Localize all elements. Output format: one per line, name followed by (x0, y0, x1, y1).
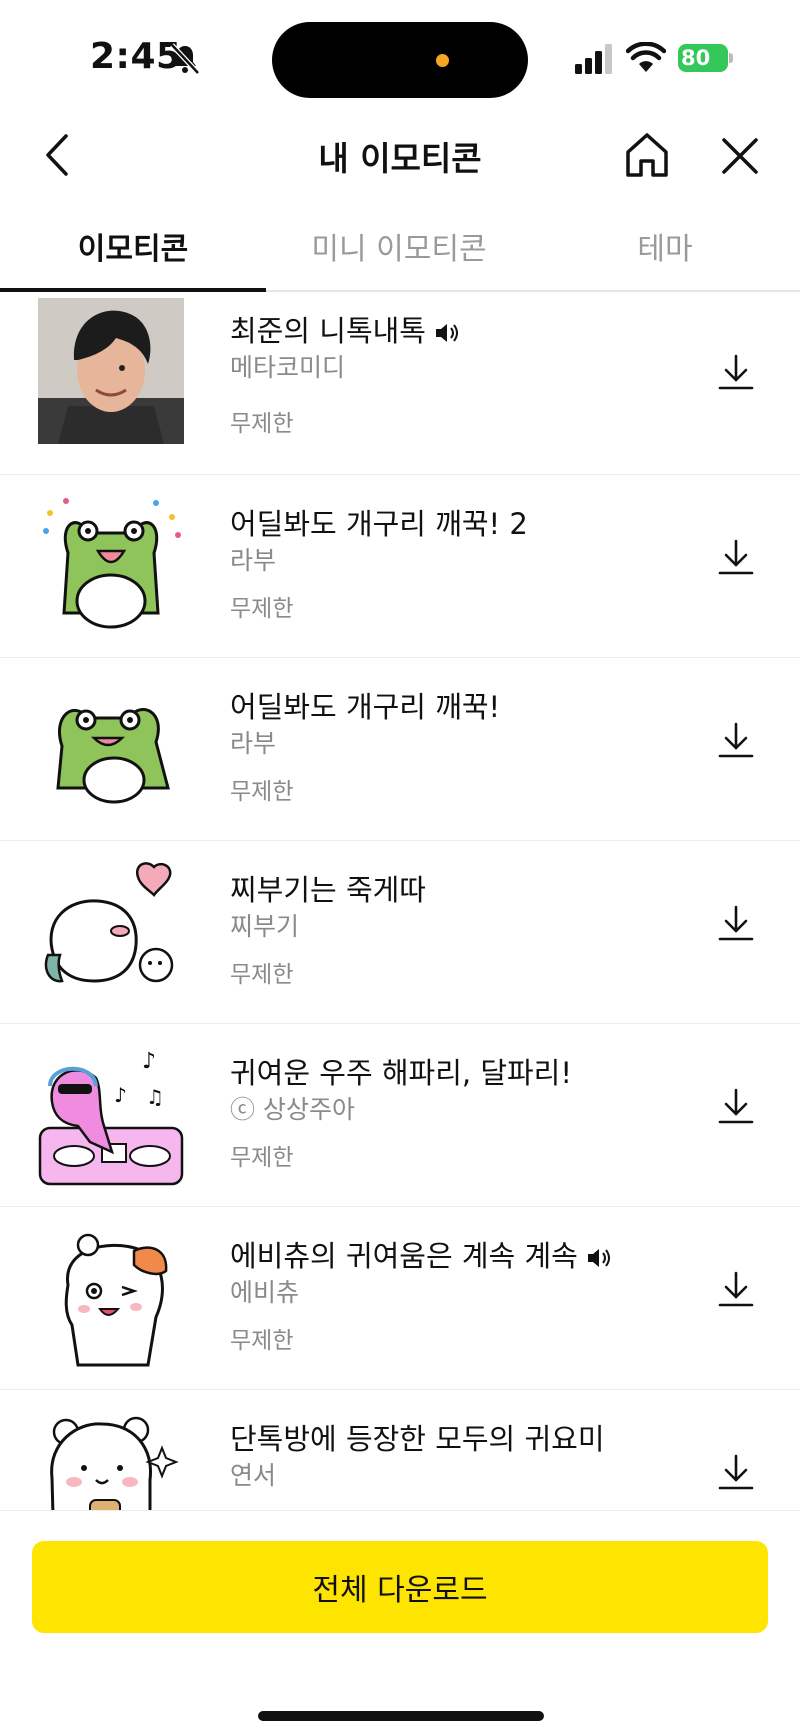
dynamic-island (272, 22, 528, 98)
bear-thumb (50, 1416, 179, 1510)
item-period: 무제한 (230, 779, 294, 805)
item-period: 무제한 (230, 411, 294, 437)
battery-cap (729, 53, 733, 63)
wifi-icon (626, 42, 666, 72)
tab-mini-emoticon[interactable]: 미니 이모티콘 (266, 224, 532, 268)
item-title: 어딜봐도 개구리 깨꾹! (230, 690, 501, 724)
item-title: 어딜봐도 개구리 깨꾹! 2 (230, 507, 528, 541)
list-item[interactable]: 어딜봐도 개구리 깨꾹! 라부 무제한 (0, 658, 800, 841)
download-all-button[interactable]: 전체 다운로드 (32, 1541, 768, 1633)
battery-charging-icon: 80 (678, 44, 734, 72)
list-item[interactable]: 에비츄의 귀여움은 계속 계속 에비츄 무제한 (0, 1207, 800, 1390)
frog-confetti-thumb (43, 498, 181, 629)
list-item[interactable]: ♪ ♪ ♫ 귀여운 우주 해파리, 달파리! ⓒ 상상주아 무제한 (0, 1024, 800, 1207)
svg-text:♪: ♪ (114, 1083, 127, 1107)
item-title: 에비츄의 귀여움은 계속 계속 (230, 1233, 612, 1275)
privacy-indicator-dot (436, 54, 449, 67)
cellular-signal-icon (575, 44, 612, 74)
list-item[interactable]: 찌부기는 죽게따 찌부기 무제한 (0, 841, 800, 1024)
tab-theme[interactable]: 테마 (532, 224, 798, 268)
hamster-thumb (64, 1233, 168, 1367)
tab-bar: 이모티콘 미니 이모티콘 테마 (0, 210, 800, 292)
item-author: 연서 (230, 1461, 277, 1490)
navigation-bar: 내 이모티콘 (0, 110, 800, 200)
download-icon[interactable] (716, 720, 756, 760)
item-title: 단톡방에 등장한 모두의 귀요미 (230, 1422, 605, 1456)
download-icon[interactable] (716, 903, 756, 943)
status-bar: 2:45 80 (0, 0, 800, 110)
item-title: 최준의 니톡내톡 (230, 308, 460, 350)
item-author: 라부 (230, 546, 277, 575)
item-author: 찌부기 (230, 912, 300, 941)
frog-thumb (56, 708, 170, 804)
jellyfish-dj-thumb: ♪ ♪ ♫ (38, 1049, 184, 1186)
footer: 전체 다운로드 (0, 1510, 800, 1735)
battery-level: 80 (678, 44, 728, 72)
download-icon[interactable] (716, 352, 756, 392)
download-icon[interactable] (716, 1452, 756, 1492)
item-period: 무제한 (230, 962, 294, 988)
item-author: 라부 (230, 729, 277, 758)
item-author: 메타코미디 (230, 353, 346, 382)
list-item[interactable]: 최준의 니톡내톡 메타코미디 무제한 (0, 292, 800, 475)
photo-man-thumb (38, 298, 184, 444)
svg-text:♫: ♫ (146, 1085, 164, 1109)
item-author: ⓒ 상상주아 (230, 1095, 355, 1124)
svg-text:♪: ♪ (142, 1049, 156, 1074)
close-icon[interactable] (718, 134, 762, 178)
item-title: 찌부기는 죽게따 (230, 873, 426, 907)
emoticon-list[interactable]: 최준의 니톡내톡 메타코미디 무제한 어딜봐도 개구리 깨꾹! 2 라부 무제한… (0, 292, 800, 1510)
download-icon[interactable] (716, 1269, 756, 1309)
page-title: 내 이모티콘 (318, 139, 482, 178)
home-indicator[interactable] (258, 1711, 544, 1721)
item-period: 무제한 (230, 596, 294, 622)
item-period: 무제한 (230, 1145, 294, 1171)
list-item[interactable]: 단톡방에 등장한 모두의 귀요미 연서 (0, 1390, 800, 1510)
item-author: 에비츄 (230, 1278, 300, 1307)
tab-emoticon[interactable]: 이모티콘 (0, 224, 266, 268)
item-period: 무제한 (230, 1328, 294, 1354)
sound-icon (587, 1249, 610, 1267)
bell-slash-icon (170, 43, 200, 75)
chubby-heart-thumb (44, 862, 174, 983)
download-icon[interactable] (716, 537, 756, 577)
download-icon[interactable] (716, 1086, 756, 1126)
item-title: 귀여운 우주 해파리, 달파리! (230, 1056, 572, 1090)
home-icon[interactable] (622, 130, 672, 180)
sound-icon (435, 324, 458, 342)
list-item[interactable]: 어딜봐도 개구리 깨꾹! 2 라부 무제한 (0, 475, 800, 658)
